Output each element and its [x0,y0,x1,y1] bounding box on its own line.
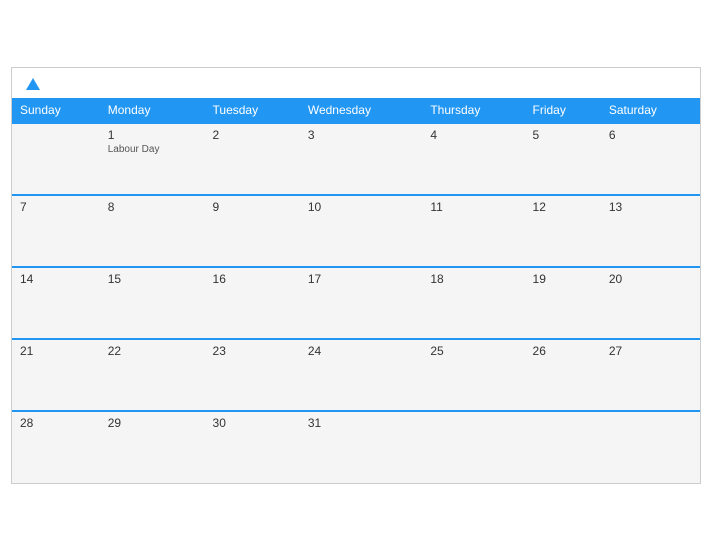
day-cell: 30 [205,411,300,483]
day-number: 26 [533,344,593,358]
day-number: 2 [213,128,292,142]
day-cell: 21 [12,339,100,411]
day-cell [12,123,100,195]
day-cell: 29 [100,411,205,483]
day-cell: 15 [100,267,205,339]
weekday-header-wednesday: Wednesday [300,98,423,123]
day-number: 19 [533,272,593,286]
day-cell: 13 [601,195,700,267]
day-cell: 5 [525,123,601,195]
day-cell: 3 [300,123,423,195]
day-cell [422,411,524,483]
day-cell: 22 [100,339,205,411]
weekday-header-friday: Friday [525,98,601,123]
day-number: 20 [609,272,692,286]
day-number: 29 [108,416,197,430]
day-number: 21 [20,344,92,358]
day-cell: 7 [12,195,100,267]
week-row-2: 7 8 9 10 11 12 13 [12,195,700,267]
week-row-3: 14 15 16 17 18 19 20 [12,267,700,339]
day-number: 10 [308,200,415,214]
day-cell: 16 [205,267,300,339]
day-cell [601,411,700,483]
day-number: 30 [213,416,292,430]
calendar-header [12,68,700,98]
day-number: 12 [533,200,593,214]
weekday-header-sunday: Sunday [12,98,100,123]
day-cell: 27 [601,339,700,411]
weekday-header-monday: Monday [100,98,205,123]
day-number: 3 [308,128,415,142]
day-number: 6 [609,128,692,142]
day-cell: 6 [601,123,700,195]
weekday-header-tuesday: Tuesday [205,98,300,123]
day-number: 14 [20,272,92,286]
day-number: 22 [108,344,197,358]
logo [22,78,40,90]
day-number: 23 [213,344,292,358]
day-number: 13 [609,200,692,214]
day-number: 17 [308,272,415,286]
day-cell: 26 [525,339,601,411]
day-cell: 12 [525,195,601,267]
day-cell: 2 [205,123,300,195]
weekday-header-thursday: Thursday [422,98,524,123]
day-cell: 23 [205,339,300,411]
day-cell: 14 [12,267,100,339]
calendar-table: SundayMondayTuesdayWednesdayThursdayFrid… [12,98,700,483]
day-cell: 1 Labour Day [100,123,205,195]
day-cell: 20 [601,267,700,339]
day-cell: 9 [205,195,300,267]
day-number: 25 [430,344,516,358]
holiday-label: Labour Day [108,144,197,155]
day-cell: 17 [300,267,423,339]
week-row-1: 1 Labour Day 2 3 4 5 6 [12,123,700,195]
day-cell: 28 [12,411,100,483]
day-number: 24 [308,344,415,358]
day-number: 9 [213,200,292,214]
day-number: 8 [108,200,197,214]
weekday-header-saturday: Saturday [601,98,700,123]
day-number: 27 [609,344,692,358]
day-number: 18 [430,272,516,286]
day-cell: 10 [300,195,423,267]
calendar-container: SundayMondayTuesdayWednesdayThursdayFrid… [11,67,701,484]
day-cell: 11 [422,195,524,267]
day-number: 5 [533,128,593,142]
day-cell: 31 [300,411,423,483]
day-cell [525,411,601,483]
day-number: 4 [430,128,516,142]
day-cell: 8 [100,195,205,267]
day-number: 28 [20,416,92,430]
week-row-5: 28 29 30 31 [12,411,700,483]
day-cell: 25 [422,339,524,411]
day-number: 31 [308,416,415,430]
day-cell: 4 [422,123,524,195]
day-number: 7 [20,200,92,214]
week-row-4: 21 22 23 24 25 26 27 [12,339,700,411]
day-number: 11 [430,200,516,214]
weekday-header-row: SundayMondayTuesdayWednesdayThursdayFrid… [12,98,700,123]
day-number: 1 [108,128,197,142]
day-cell: 24 [300,339,423,411]
day-number: 15 [108,272,197,286]
day-cell: 18 [422,267,524,339]
day-number: 16 [213,272,292,286]
day-cell: 19 [525,267,601,339]
